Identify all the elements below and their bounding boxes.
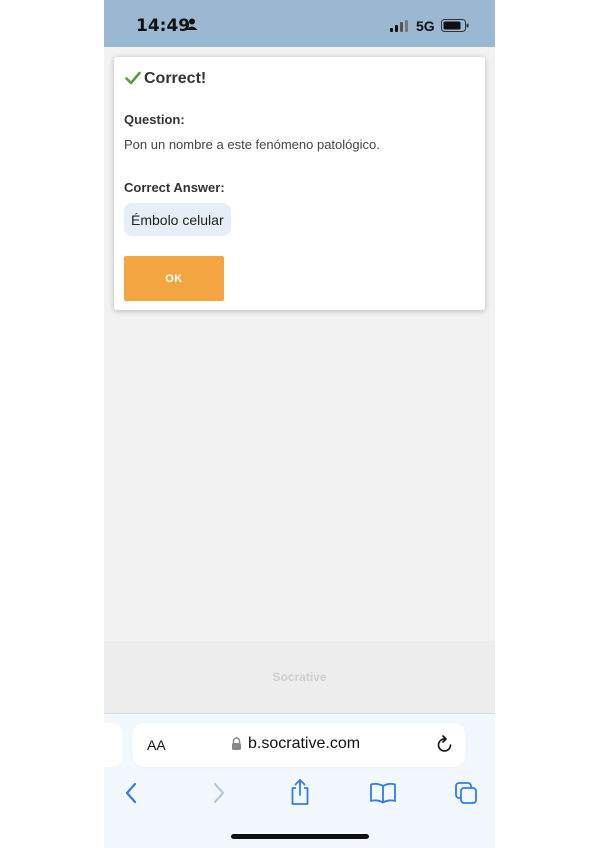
tabs-icon[interactable] (454, 781, 478, 805)
bookmarks-icon[interactable] (369, 782, 397, 804)
person-icon (186, 18, 198, 30)
network-type: 5G (416, 18, 435, 34)
answer-label: Correct Answer: (124, 180, 225, 195)
question-text: Pon un nombre a este fenómeno patológico… (124, 137, 380, 152)
result-dialog: Correct! Question: Pon un nombre a este … (114, 57, 485, 310)
question-label: Question: (124, 112, 185, 127)
status-bar: 14:49 5G (104, 0, 495, 47)
share-icon[interactable] (289, 778, 311, 806)
page-footer: Socrative (104, 641, 495, 713)
reload-icon[interactable] (436, 735, 454, 755)
signal-icon (390, 20, 408, 32)
previous-tab-peek[interactable] (104, 723, 122, 767)
back-icon[interactable] (124, 781, 140, 805)
ok-button[interactable]: OK (124, 256, 224, 301)
correct-answer-text: Émbolo celular (131, 211, 224, 228)
phone-screen: 14:49 5G Correct! Question: Pon un nombr… (104, 0, 495, 848)
dialog-title: Correct! (144, 70, 207, 87)
text-size-button[interactable]: AA (147, 737, 166, 753)
home-indicator (231, 834, 369, 839)
correct-answer-chip: Émbolo celular (124, 203, 231, 236)
browser-toolbar: AA b.socrative.com (104, 713, 495, 848)
status-time: 14:49 (136, 16, 191, 36)
battery-icon (441, 19, 469, 32)
address-bar[interactable]: AA b.socrative.com (132, 723, 466, 767)
footer-brand: Socrative (272, 670, 327, 684)
forward-icon[interactable] (210, 781, 226, 805)
check-icon (125, 71, 141, 85)
lock-icon (232, 737, 241, 750)
url-text[interactable]: b.socrative.com (248, 735, 360, 753)
